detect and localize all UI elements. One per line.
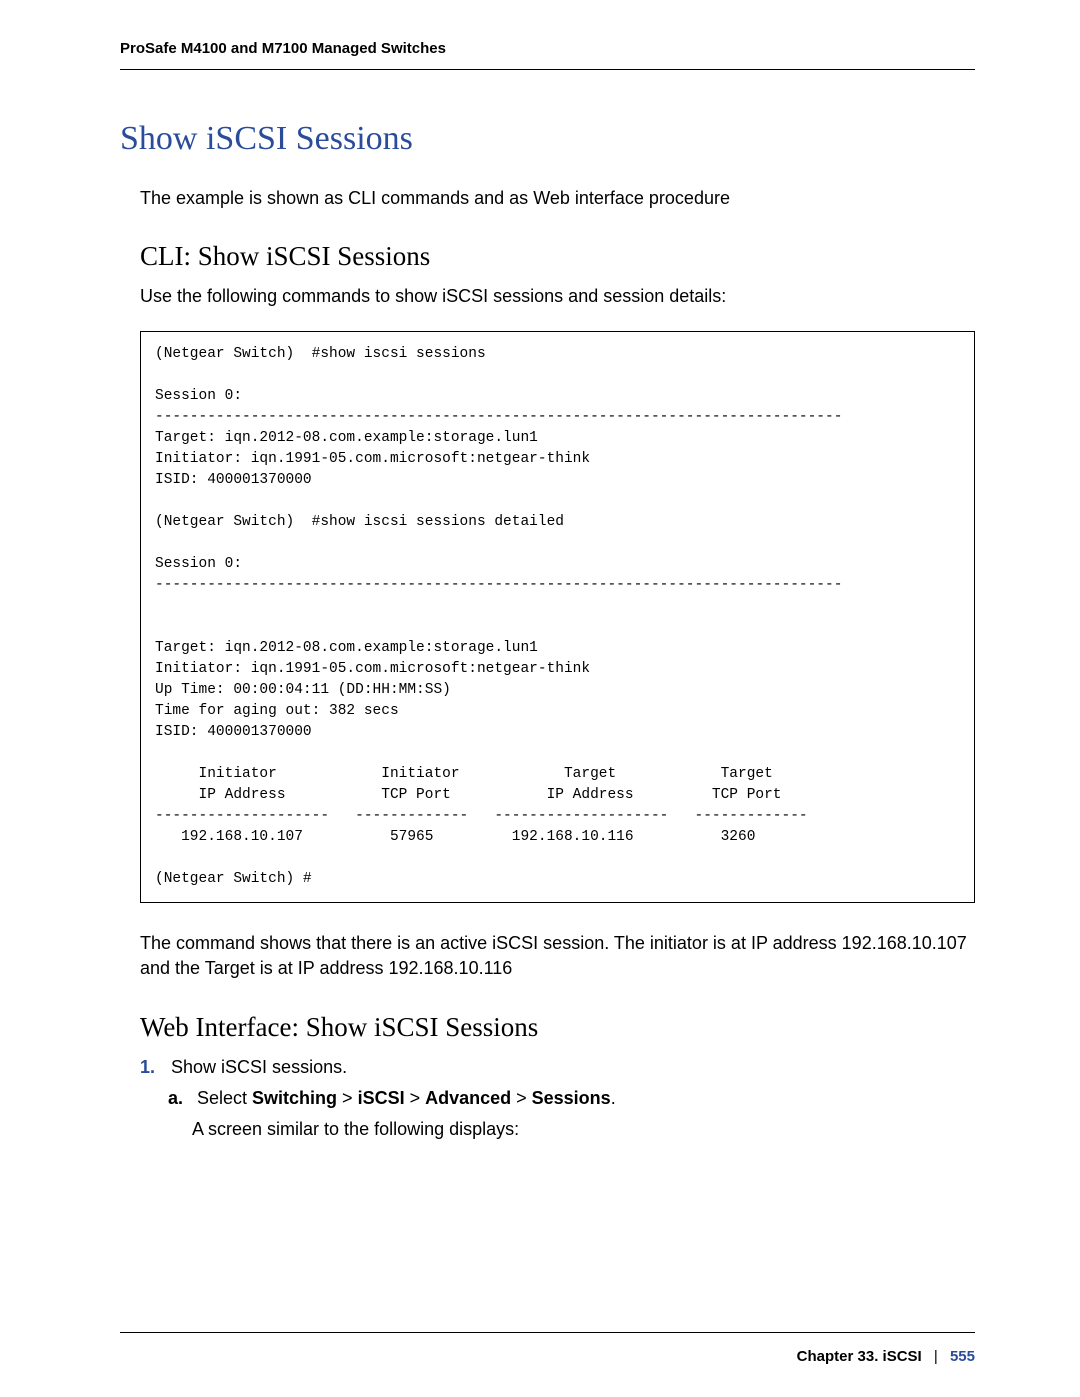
cli-lead: Use the following commands to show iSCSI… [140,286,975,307]
substep-a: a. Select Switching > iSCSI > Advanced >… [168,1088,975,1140]
substeps-list: a. Select Switching > iSCSI > Advanced >… [168,1088,975,1140]
page-footer: Chapter 33. iSCSI | 555 [797,1348,975,1365]
substep-letter: a. [168,1088,192,1109]
footer-chapter: Chapter 33. iSCSI [797,1348,922,1365]
substep-line1: Select Switching > iSCSI > Advanced > Se… [197,1088,616,1108]
footer-separator: | [934,1348,938,1365]
intro-text: The example is shown as CLI commands and… [140,188,975,209]
cli-post-text: The command shows that there is an activ… [140,931,975,980]
page-title: Show iSCSI Sessions [120,120,975,158]
footer-page-number: 555 [950,1348,975,1365]
cli-heading: CLI: Show iSCSI Sessions [140,241,975,272]
cli-code-block: (Netgear Switch) #show iscsi sessions Se… [140,331,975,903]
step-1: 1. Show iSCSI sessions. a. Select Switch… [140,1057,975,1140]
step-number: 1. [140,1057,166,1078]
header-rule [120,69,975,70]
step-text: Show iSCSI sessions. [171,1057,347,1077]
document-page: ProSafe M4100 and M7100 Managed Switches… [0,0,1080,1397]
footer-rule [120,1332,975,1333]
web-heading: Web Interface: Show iSCSI Sessions [140,1012,975,1043]
steps-list: 1. Show iSCSI sessions. a. Select Switch… [140,1057,975,1140]
substep-line2: A screen similar to the following displa… [192,1119,975,1140]
running-header: ProSafe M4100 and M7100 Managed Switches [120,40,975,57]
